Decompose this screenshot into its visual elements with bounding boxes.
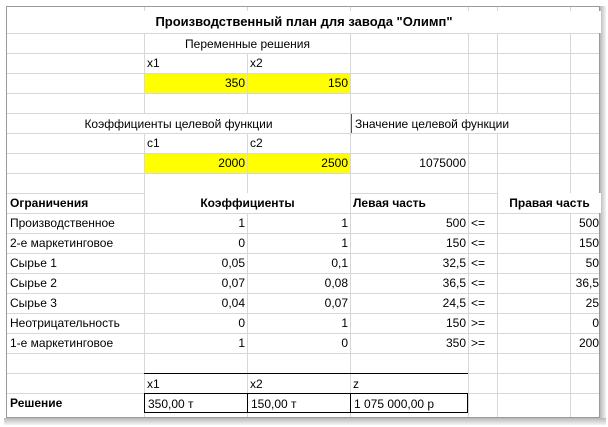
window-shadow-bottom [4, 418, 606, 425]
objective-coef-label: Коэффициенты целевой функции [7, 114, 350, 133]
c2-header: c2 [250, 136, 263, 150]
lhs-cell[interactable]: 350 [350, 333, 468, 353]
coef-x2-cell[interactable]: 0,07 [247, 293, 350, 313]
coef-x1-cell[interactable]: 0,05 [144, 253, 247, 273]
constraint-name: Сырье 2 [10, 276, 57, 290]
gridline-col-e [468, 7, 469, 417]
x1-value-cell[interactable]: 350 [145, 74, 247, 93]
lhs-cell[interactable]: 150 [350, 233, 468, 253]
c2-value-cell[interactable]: 2500 [248, 154, 350, 173]
coef-x1-cell[interactable]: 1 [144, 213, 247, 233]
sign-cell[interactable]: >= [468, 313, 497, 333]
c1-header: c1 [147, 136, 160, 150]
sign-cell[interactable]: <= [468, 293, 497, 313]
sign-cell[interactable]: >= [468, 333, 497, 353]
coef-x1-cell[interactable]: 0 [144, 313, 247, 333]
objective-value-cell[interactable]: 1075000 [350, 153, 468, 173]
sign-cell[interactable]: <= [468, 233, 497, 253]
solution-x2-cell[interactable]: 150,00 т [247, 393, 350, 413]
coef-x1-cell[interactable]: 0 [144, 233, 247, 253]
coef-x2-cell[interactable]: 0,1 [247, 253, 350, 273]
coef-x2-cell[interactable]: 1 [247, 233, 350, 253]
lhs-cell[interactable]: 24,5 [350, 293, 468, 313]
solution-x1-cell[interactable]: 350,00 т [144, 393, 247, 413]
constraints-header: Ограничения [10, 196, 89, 210]
coef-x2-cell[interactable]: 0 [247, 333, 350, 353]
coef-x2-cell[interactable]: 1 [247, 313, 350, 333]
sign-cell[interactable]: <= [468, 253, 497, 273]
solution-x2-header: x2 [247, 373, 350, 393]
rhs-cell[interactable]: 25 [497, 293, 601, 313]
lhs-cell[interactable]: 36,5 [350, 273, 468, 293]
c1-value-cell[interactable]: 2000 [145, 154, 247, 173]
solution-x1-header: x1 [144, 373, 247, 393]
constraint-name: 2-е маркетинговое [10, 236, 114, 250]
x2-header: x2 [250, 56, 263, 70]
rhs-cell[interactable]: 200 [497, 333, 601, 353]
solution-z-cell[interactable]: 1 075 000,00 р [350, 393, 468, 413]
rhs-cell[interactable]: 150 [497, 233, 601, 253]
x1-header: x1 [147, 56, 160, 70]
sign-cell[interactable]: <= [468, 213, 497, 233]
coef-x2-cell[interactable]: 1 [247, 213, 350, 233]
rhs-cell[interactable]: 0 [497, 313, 601, 333]
coefficients-header: Коэффициенты [145, 193, 350, 213]
x2-value-cell[interactable]: 150 [248, 74, 350, 93]
page-title: Производственный план для завода "Олимп" [7, 11, 601, 33]
constraint-name: 1-е маркетинговое [10, 336, 114, 350]
lhs-cell[interactable]: 500 [350, 213, 468, 233]
coef-x1-cell[interactable]: 0,07 [144, 273, 247, 293]
solution-z-header: z [350, 373, 468, 393]
gridline-row [7, 353, 599, 354]
gridline-row [7, 173, 599, 174]
sign-cell[interactable]: <= [468, 273, 497, 293]
constraint-name: Производственное [10, 216, 115, 230]
constraint-name: Сырье 1 [10, 256, 57, 270]
lhs-header: Левая часть [353, 196, 426, 210]
rhs-cell[interactable]: 500 [497, 213, 601, 233]
rhs-cell[interactable]: 36,5 [497, 273, 601, 293]
gridline-row [7, 93, 599, 94]
constraint-name: Неотрицательность [10, 316, 120, 330]
lhs-cell[interactable]: 150 [350, 313, 468, 333]
lhs-cell[interactable]: 32,5 [350, 253, 468, 273]
rhs-cell[interactable]: 50 [497, 253, 601, 273]
variables-label: Переменные решения [145, 34, 350, 53]
coef-x1-cell[interactable]: 1 [144, 333, 247, 353]
solution-label: Решение [10, 396, 63, 410]
coef-x2-cell[interactable]: 0,08 [247, 273, 350, 293]
spreadsheet: Производственный план для завода "Олимп"… [6, 6, 601, 418]
objective-value-label: Значение целевой функции [351, 114, 570, 133]
rhs-header: Правая часть [498, 193, 601, 213]
constraint-name: Сырье 3 [10, 296, 57, 310]
coef-x1-cell[interactable]: 0,04 [144, 293, 247, 313]
